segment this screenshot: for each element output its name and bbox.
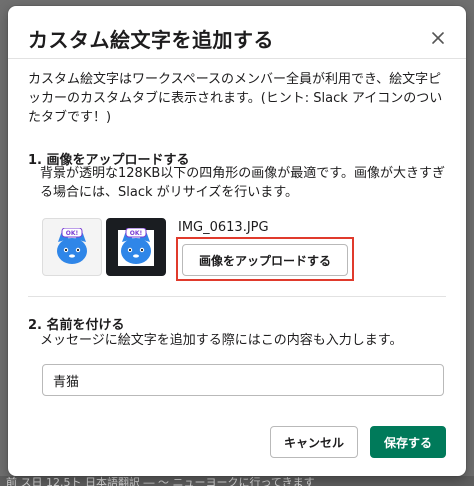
close-icon <box>432 32 444 44</box>
uploaded-file-name: IMG_0613.JPG <box>178 220 269 235</box>
emoji-preview-light: OK! <box>42 218 102 276</box>
save-button[interactable]: 保存する <box>370 426 446 458</box>
cat-emoji-image-dark: OK! <box>118 228 154 266</box>
emoji-name-input[interactable] <box>42 364 444 396</box>
preview-badge-text-dark: OK! <box>130 230 143 237</box>
upload-image-button[interactable]: 画像をアップロードする <box>182 244 348 276</box>
cancel-button[interactable]: キャンセル <box>270 426 358 458</box>
dialog-intro: カスタム絵文字はワークスペースのメンバー全員が利用でき、絵文字ピッカーのカスタム… <box>28 72 443 125</box>
name-section-description: メッセージに絵文字を追加する際にはこの内容も入力します。 <box>40 333 403 348</box>
background-text: 前 ス日 12.5ト 日本語翻訳 ― ～ ニューヨークに行ってきます <box>6 476 315 486</box>
preview-badge-text: OK! <box>66 230 79 237</box>
close-button[interactable] <box>426 26 450 50</box>
upload-section-description: 背景が透明な128KB以下の四角形の画像が最適です。画像が大きすぎる場合には、S… <box>40 166 445 200</box>
cat-emoji-image: OK! <box>57 228 87 264</box>
header-divider <box>8 58 466 59</box>
emoji-preview-dark: OK! <box>106 218 166 276</box>
section-divider <box>28 296 446 297</box>
background-strip: 前 ス日 12.5ト 日本語翻訳 ― ～ ニューヨークに行ってきます <box>0 476 474 486</box>
dialog-title: カスタム絵文字を追加する <box>28 28 274 52</box>
add-emoji-dialog: カスタム絵文字を追加する カスタム絵文字はワークスペースのメンバー全員が利用でき… <box>8 6 466 476</box>
